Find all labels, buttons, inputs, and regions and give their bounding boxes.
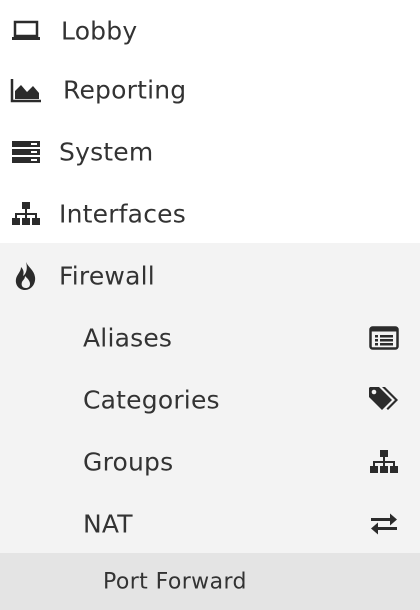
- sidebar-subitem-nat[interactable]: NAT: [0, 493, 420, 555]
- tags-icon: [368, 384, 400, 416]
- sidebar-item-reporting[interactable]: Reporting: [0, 59, 420, 121]
- fire-icon: [10, 260, 42, 292]
- sitemap-icon: [10, 198, 42, 230]
- sidebar-item-label: NAT: [83, 509, 133, 539]
- sidebar-item-label: Port Forward: [103, 569, 247, 594]
- sidebar-item-label: Interfaces: [59, 199, 186, 229]
- sidebar-item-label: Reporting: [63, 75, 187, 105]
- sitemap-icon: [368, 446, 400, 478]
- sidebar-item-label: Categories: [83, 385, 220, 415]
- list-alt-icon: [368, 322, 400, 354]
- sidebar-item-label: Firewall: [59, 261, 155, 291]
- sidebar-item-firewall[interactable]: Firewall: [0, 245, 420, 307]
- sidebar-item-label: System: [59, 137, 154, 167]
- sidebar-nav: Lobby Reporting System Interfaces Firewa…: [0, 0, 420, 610]
- sidebar-item-lobby[interactable]: Lobby: [0, 0, 420, 62]
- laptop-icon: [10, 15, 42, 47]
- sidebar-subitem-groups[interactable]: Groups: [0, 431, 420, 493]
- sidebar-subitem-aliases[interactable]: Aliases: [0, 307, 420, 369]
- area-chart-icon: [10, 74, 42, 106]
- sidebar-subitem-categories[interactable]: Categories: [0, 369, 420, 431]
- exchange-icon: [368, 508, 400, 540]
- sidebar-item-system[interactable]: System: [0, 121, 420, 183]
- server-icon: [10, 136, 42, 168]
- sidebar-item-interfaces[interactable]: Interfaces: [0, 183, 420, 245]
- sidebar-item-label: Aliases: [83, 323, 173, 353]
- sidebar-item-label: Lobby: [61, 16, 138, 46]
- sidebar-subitem-port-forward[interactable]: Port Forward: [0, 553, 420, 610]
- sidebar-item-label: Groups: [83, 447, 174, 477]
